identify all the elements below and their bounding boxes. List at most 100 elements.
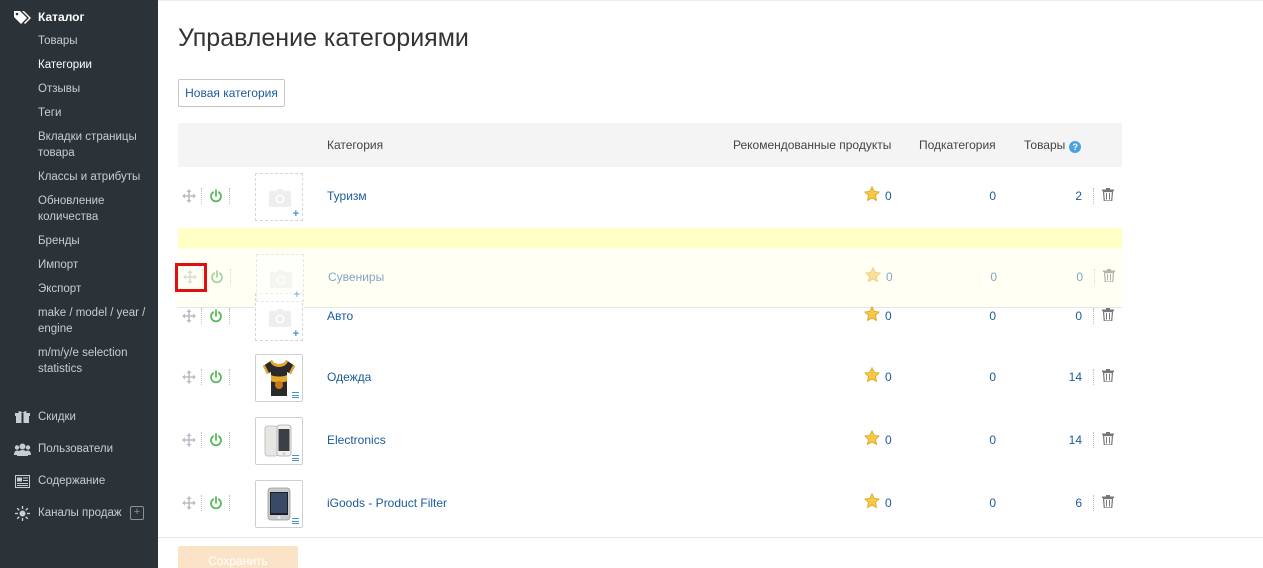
featured-count[interactable]: 0 [885, 309, 892, 323]
gift-icon [13, 410, 31, 424]
image-menu-icon[interactable] [292, 455, 299, 461]
sidebar-item-mmye[interactable]: make / model / year / engine [38, 305, 148, 337]
table-row: Одежда 0 0 14 [178, 353, 1122, 403]
sidebar-item-users[interactable]: Пользователи [38, 441, 148, 457]
product-count[interactable]: 14 [1058, 370, 1082, 384]
sun-icon [13, 505, 31, 521]
power-icon[interactable] [209, 433, 223, 447]
featured-count[interactable]: 0 [885, 370, 892, 384]
category-image[interactable] [255, 480, 303, 528]
sidebar: Каталог Товары Категории Отзывы Теги Вкл… [0, 0, 158, 568]
subcategory-count[interactable]: 0 [978, 309, 996, 323]
category-name-link[interactable]: Авто [327, 309, 353, 323]
product-count[interactable]: 0 [1058, 309, 1082, 323]
move-icon[interactable] [182, 370, 196, 384]
subcategory-count[interactable]: 0 [978, 370, 996, 384]
table-header: Категория Рекомендованные продукты Подка… [178, 123, 1122, 167]
star-icon [863, 305, 881, 325]
sidebar-item-update-quantity[interactable]: Обновление количества [38, 193, 148, 225]
divider [229, 308, 230, 324]
category-name-link[interactable]: Одежда [327, 370, 371, 384]
category-name-link[interactable]: Сувениры [328, 270, 384, 284]
sidebar-item-export[interactable]: Экспорт [38, 281, 148, 297]
star-icon [863, 429, 881, 449]
category-name-link[interactable]: Electronics [327, 433, 386, 447]
subcategory-count[interactable]: 0 [978, 496, 996, 510]
trash-icon[interactable] [1102, 308, 1114, 324]
new-category-button[interactable]: Новая категория [178, 79, 285, 107]
sidebar-item-mmye-stats[interactable]: m/m/y/e selection statistics [38, 345, 148, 377]
power-icon[interactable] [210, 270, 224, 284]
trash-icon[interactable] [1102, 188, 1114, 204]
divider [201, 369, 202, 385]
phone-image [267, 487, 291, 521]
divider [229, 495, 230, 511]
image-menu-icon[interactable] [292, 392, 299, 398]
featured-count[interactable]: 0 [886, 270, 893, 284]
divider [201, 188, 202, 204]
category-name-link[interactable]: iGoods - Product Filter [327, 496, 447, 510]
trash-icon[interactable] [1102, 495, 1114, 511]
dragged-table-row[interactable]: + Сувениры 0 0 0 [179, 253, 1123, 303]
move-icon[interactable] [182, 433, 196, 447]
product-count[interactable]: 6 [1058, 496, 1082, 510]
category-name-link[interactable]: Туризм [327, 189, 367, 203]
power-icon[interactable] [209, 370, 223, 384]
sidebar-item-discounts[interactable]: Скидки [38, 409, 148, 425]
page-title: Управление категориями [178, 24, 469, 52]
divider [201, 308, 202, 324]
image-menu-icon[interactable] [292, 518, 299, 524]
move-icon[interactable] [182, 309, 196, 323]
category-image-placeholder[interactable]: + [255, 173, 303, 221]
subcategory-count[interactable]: 0 [978, 433, 996, 447]
featured-count[interactable]: 0 [885, 433, 892, 447]
sidebar-item-product-tabs[interactable]: Вкладки страницы товара [38, 129, 148, 161]
trash-icon[interactable] [1102, 369, 1114, 385]
tags-icon [13, 10, 31, 24]
trash-icon[interactable] [1102, 432, 1114, 448]
trash-icon[interactable] [1103, 269, 1115, 285]
category-image-placeholder[interactable]: + [256, 254, 304, 302]
product-count[interactable]: 2 [1058, 189, 1082, 203]
sidebar-item-import[interactable]: Импорт [38, 257, 148, 273]
divider [229, 188, 230, 204]
move-icon[interactable] [182, 496, 196, 510]
product-count[interactable]: 0 [1059, 270, 1083, 284]
sidebar-item-products[interactable]: Товары [38, 33, 148, 49]
subcategory-count[interactable]: 0 [979, 270, 997, 284]
camera-icon [269, 309, 291, 327]
sidebar-item-brands[interactable]: Бренды [38, 233, 148, 249]
add-image-icon[interactable]: + [294, 289, 300, 301]
star-icon [863, 185, 881, 205]
divider [229, 369, 230, 385]
product-count[interactable]: 14 [1058, 433, 1082, 447]
save-button[interactable]: Сохранить [178, 546, 298, 568]
move-icon[interactable] [182, 189, 196, 203]
sidebar-item-tags[interactable]: Теги [38, 105, 148, 121]
subcategory-count[interactable]: 0 [978, 189, 996, 203]
category-image[interactable] [255, 417, 303, 465]
divider [1093, 369, 1094, 385]
header-products: Товары? [1024, 138, 1082, 153]
add-image-icon[interactable]: + [293, 208, 299, 220]
help-icon[interactable]: ? [1069, 141, 1082, 153]
header-category: Категория [327, 138, 384, 152]
phone-image [264, 424, 292, 457]
power-icon[interactable] [209, 496, 223, 510]
table-row: iGoods - Product Filter 0 0 6 [178, 479, 1122, 529]
sidebar-item-classes-attributes[interactable]: Классы и атрибуты [38, 169, 148, 185]
add-image-icon[interactable]: + [293, 328, 299, 340]
star-icon [863, 366, 881, 386]
add-sales-channel-button[interactable]: + [130, 506, 144, 520]
featured-count[interactable]: 0 [885, 496, 892, 510]
sidebar-item-content[interactable]: Содержание [38, 473, 148, 489]
star-icon [863, 492, 881, 512]
star-icon [864, 266, 882, 286]
power-icon[interactable] [209, 189, 223, 203]
category-image[interactable] [255, 354, 303, 402]
sidebar-catalog-title[interactable]: Каталог [38, 10, 85, 24]
sidebar-item-categories[interactable]: Категории [38, 57, 148, 73]
sidebar-item-reviews[interactable]: Отзывы [38, 81, 148, 97]
power-icon[interactable] [209, 309, 223, 323]
featured-count[interactable]: 0 [885, 189, 892, 203]
